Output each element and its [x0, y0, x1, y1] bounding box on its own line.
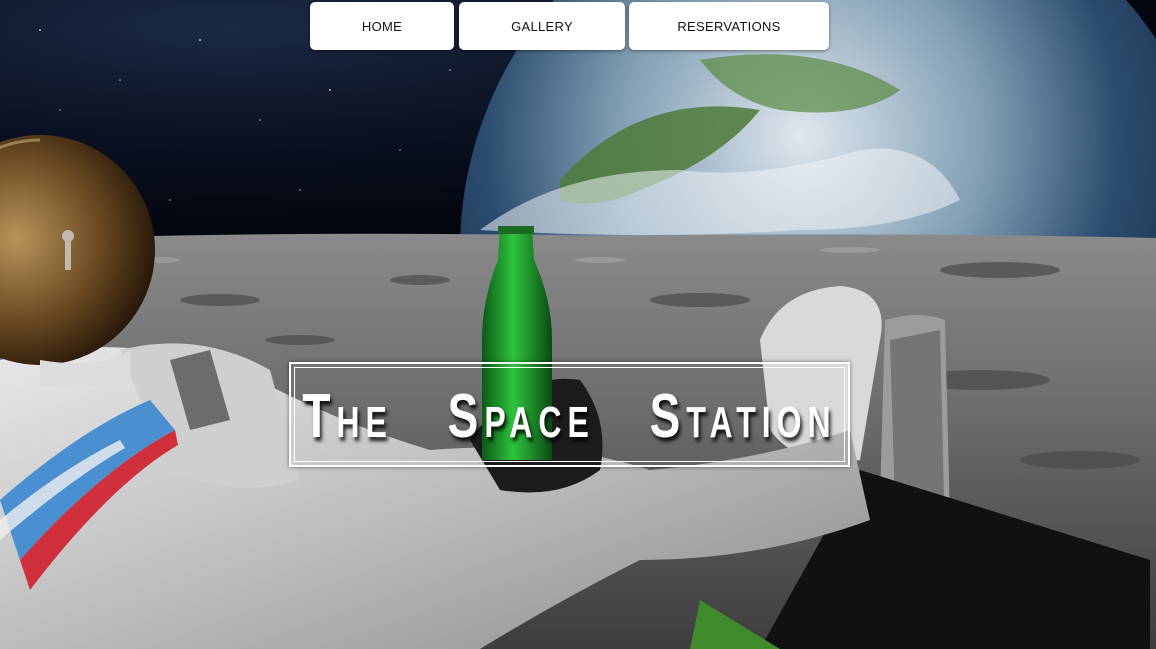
nav-home-button[interactable]: HOME [310, 2, 454, 50]
nav-gallery-button[interactable]: GALLERY [459, 2, 625, 50]
astronaut-on-moon-image [0, 0, 1156, 649]
main-nav: HOME GALLERY RESERVATIONS [0, 2, 1156, 52]
hero-background [0, 0, 1156, 649]
title-frame: The Space Station [289, 362, 850, 467]
page-title: The Space Station [302, 379, 837, 450]
nav-reservations-button[interactable]: RESERVATIONS [629, 2, 829, 50]
